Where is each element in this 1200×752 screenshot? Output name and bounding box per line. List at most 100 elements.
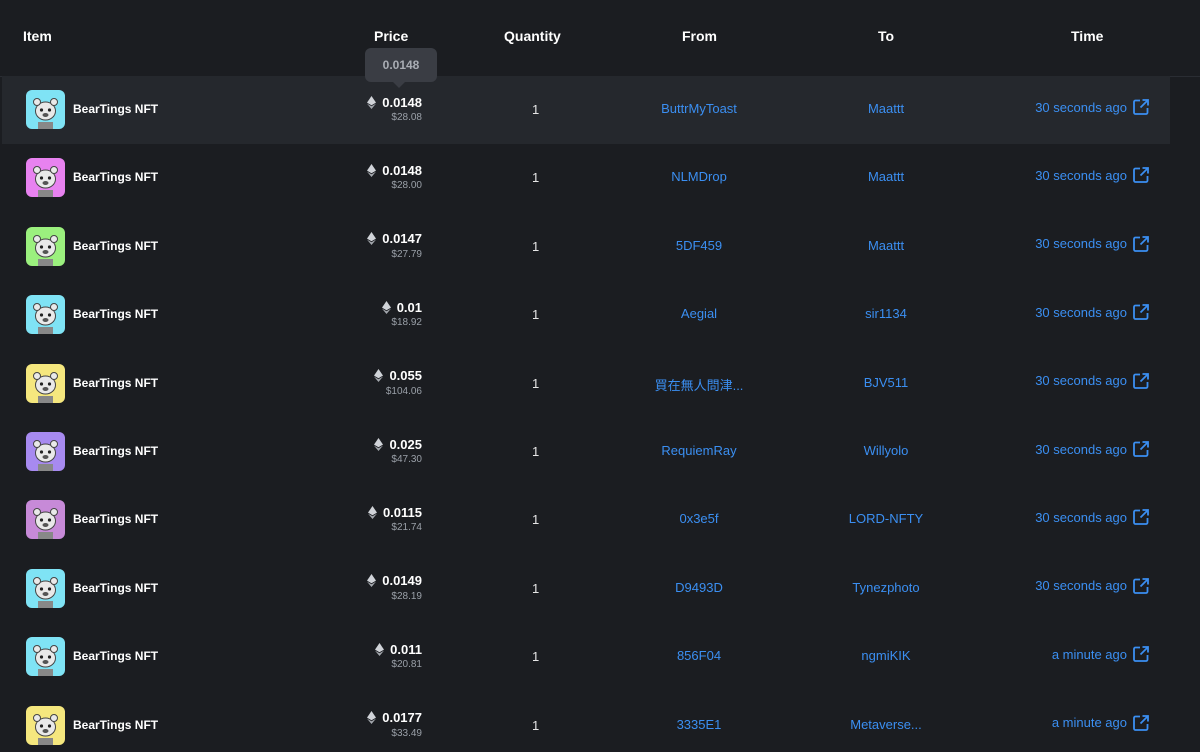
to-link[interactable]: Maattt xyxy=(811,169,961,184)
usd-price: $27.79 xyxy=(391,248,422,260)
nft-avatar[interactable] xyxy=(26,500,65,540)
to-link[interactable]: LORD-NFTY xyxy=(811,511,961,526)
time-text[interactable]: 30 seconds ago xyxy=(1035,373,1127,388)
from-link[interactable]: NLMDrop xyxy=(624,169,774,184)
usd-price: $18.92 xyxy=(391,317,422,329)
ethereum-icon xyxy=(374,437,384,451)
table-row[interactable]: BearTings NFT 0.0148 $28.00 1 NLMDrop Ma… xyxy=(2,144,1170,212)
bear-avatar-icon xyxy=(26,90,65,129)
external-link-icon[interactable] xyxy=(1132,166,1150,184)
to-link[interactable]: Metaverse... xyxy=(811,717,961,732)
nft-avatar[interactable] xyxy=(26,705,65,745)
time-text[interactable]: 30 seconds ago xyxy=(1035,100,1127,115)
nft-avatar[interactable] xyxy=(26,158,65,198)
item-name[interactable]: BearTings NFT xyxy=(73,376,158,390)
bear-avatar-icon xyxy=(26,432,65,471)
external-link-icon[interactable] xyxy=(1132,645,1150,663)
item-name[interactable]: BearTings NFT xyxy=(73,649,158,663)
to-link[interactable]: ngmiKIK xyxy=(811,648,961,663)
time-text[interactable]: 30 seconds ago xyxy=(1035,442,1127,457)
nft-avatar[interactable] xyxy=(26,363,65,403)
eth-price: 0.0115 xyxy=(382,504,422,520)
to-link[interactable]: BJV511 xyxy=(811,375,961,390)
to-link[interactable]: sir1134 xyxy=(811,306,961,321)
header-price[interactable]: Price xyxy=(374,28,408,44)
table-row[interactable]: BearTings NFT 0.0177 $33.49 1 3335E1 Met… xyxy=(2,692,1170,752)
time-text[interactable]: 30 seconds ago xyxy=(1035,236,1127,251)
header-item[interactable]: Item xyxy=(23,28,52,44)
time-text[interactable]: 30 seconds ago xyxy=(1035,168,1127,183)
time-text[interactable]: 30 seconds ago xyxy=(1035,578,1127,593)
external-link-icon[interactable] xyxy=(1132,508,1150,526)
bear-avatar-icon xyxy=(26,637,65,677)
item-name[interactable]: BearTings NFT xyxy=(73,718,158,732)
external-link-icon[interactable] xyxy=(1132,440,1150,458)
bear-avatar-icon xyxy=(26,568,65,608)
time-link[interactable]: a minute ago xyxy=(1052,645,1150,663)
external-link-icon[interactable] xyxy=(1132,714,1150,732)
table-row[interactable]: BearTings NFT 0.0115 $21.74 1 0x3e5f LOR… xyxy=(2,486,1170,554)
from-link[interactable]: D9493D xyxy=(624,580,774,595)
time-link[interactable]: 30 seconds ago xyxy=(1035,235,1150,253)
table-row[interactable]: BearTings NFT 0.0149 $28.19 1 D9493D Tyn… xyxy=(2,555,1170,623)
time-text[interactable]: 30 seconds ago xyxy=(1035,305,1127,320)
to-link[interactable]: Tynezphoto xyxy=(811,580,961,595)
table-row[interactable]: BearTings NFT 0.0148 $28.08 1 ButtrMyToa… xyxy=(2,76,1170,144)
item-name[interactable]: BearTings NFT xyxy=(73,581,158,595)
from-link[interactable]: 買在無人問津... xyxy=(624,375,774,394)
nft-avatar[interactable] xyxy=(26,568,65,608)
external-link-icon[interactable] xyxy=(1132,372,1150,390)
from-link[interactable]: 0x3e5f xyxy=(624,511,774,526)
from-link[interactable]: 5DF459 xyxy=(624,238,774,253)
time-link[interactable]: 30 seconds ago xyxy=(1035,440,1150,458)
item-name[interactable]: BearTings NFT xyxy=(73,512,158,526)
item-name[interactable]: BearTings NFT xyxy=(73,444,158,458)
table-row[interactable]: BearTings NFT 0.055 $104.06 1 買在無人問津... … xyxy=(2,350,1170,418)
to-link[interactable]: Willyolo xyxy=(811,443,961,458)
quantity-value: 1 xyxy=(532,580,540,596)
time-text[interactable]: a minute ago xyxy=(1052,715,1127,730)
nft-avatar[interactable] xyxy=(26,637,65,677)
from-link[interactable]: 3335E1 xyxy=(624,717,774,732)
nft-avatar[interactable] xyxy=(26,226,65,266)
header-quantity[interactable]: Quantity xyxy=(504,28,561,44)
from-link[interactable]: ButtrMyToast xyxy=(624,101,774,116)
to-link[interactable]: Maattt xyxy=(811,238,961,253)
item-name[interactable]: BearTings NFT xyxy=(73,102,158,116)
from-link[interactable]: Aegial xyxy=(624,306,774,321)
time-link[interactable]: a minute ago xyxy=(1052,714,1150,732)
price-cell: 0.011 $20.81 xyxy=(375,640,422,670)
nft-avatar[interactable] xyxy=(26,432,65,471)
time-link[interactable]: 30 seconds ago xyxy=(1035,303,1150,321)
nft-avatar[interactable] xyxy=(26,90,65,129)
external-link-icon[interactable] xyxy=(1132,577,1150,595)
external-link-icon[interactable] xyxy=(1132,98,1150,116)
usd-price: $47.30 xyxy=(391,454,422,465)
table-row[interactable]: BearTings NFT 0.025 $47.30 1 RequiemRay … xyxy=(2,418,1170,486)
header-to[interactable]: To xyxy=(878,28,894,44)
time-link[interactable]: 30 seconds ago xyxy=(1035,508,1150,526)
from-link[interactable]: 856F04 xyxy=(624,648,774,663)
time-link[interactable]: 30 seconds ago xyxy=(1035,98,1150,116)
item-name[interactable]: BearTings NFT xyxy=(73,307,158,321)
time-text[interactable]: 30 seconds ago xyxy=(1035,510,1127,525)
time-link[interactable]: 30 seconds ago xyxy=(1035,577,1150,595)
table-row[interactable]: BearTings NFT 0.011 $20.81 1 856F04 ngmi… xyxy=(2,623,1170,691)
time-link[interactable]: 30 seconds ago xyxy=(1035,372,1150,390)
from-link[interactable]: RequiemRay xyxy=(624,443,774,458)
time-link[interactable]: 30 seconds ago xyxy=(1035,166,1150,184)
eth-price: 0.055 xyxy=(389,368,422,384)
external-link-icon[interactable] xyxy=(1132,235,1150,253)
price-cell: 0.0148 $28.00 xyxy=(367,161,422,191)
item-name[interactable]: BearTings NFT xyxy=(73,170,158,184)
item-name[interactable]: BearTings NFT xyxy=(73,239,158,253)
time-text[interactable]: a minute ago xyxy=(1052,647,1127,662)
nft-avatar[interactable] xyxy=(26,295,65,335)
header-time[interactable]: Time xyxy=(1071,28,1103,44)
table-row[interactable]: BearTings NFT 0.01 $18.92 1 Aegial sir11… xyxy=(2,281,1170,349)
table-row[interactable]: BearTings NFT 0.0147 $27.79 1 5DF459 Maa… xyxy=(2,213,1170,281)
to-link[interactable]: Maattt xyxy=(811,101,961,116)
header-from[interactable]: From xyxy=(682,28,717,44)
bear-avatar-icon xyxy=(26,295,65,335)
external-link-icon[interactable] xyxy=(1132,303,1150,321)
